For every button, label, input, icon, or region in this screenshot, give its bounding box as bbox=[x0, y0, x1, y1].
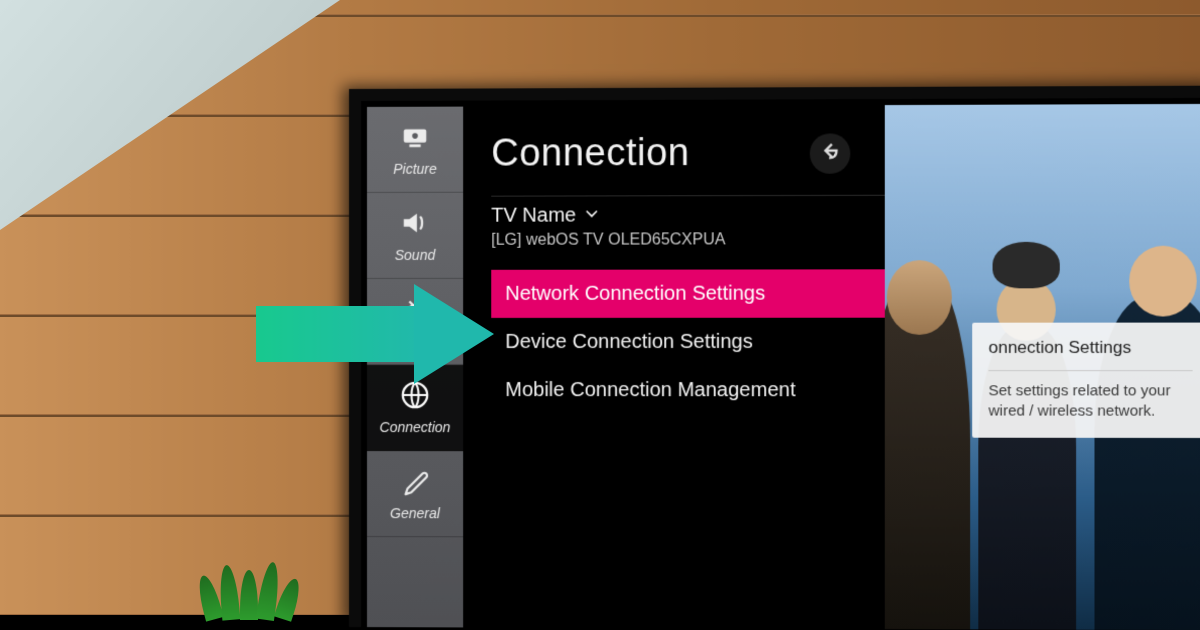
page-title: Connection bbox=[491, 132, 690, 176]
sound-icon bbox=[400, 208, 430, 241]
chevron-down-icon bbox=[584, 204, 600, 227]
sidebar-item-sound[interactable]: Sound bbox=[367, 193, 463, 279]
annotation-arrow bbox=[256, 284, 504, 386]
tooltip-body: Set settings related to your wired / wir… bbox=[988, 381, 1192, 422]
sidebar-item-label: Connection bbox=[380, 419, 451, 435]
menu-item-label: Network Connection Settings bbox=[505, 282, 765, 305]
sidebar-item-picture[interactable]: Picture bbox=[367, 107, 463, 193]
general-icon bbox=[400, 466, 430, 499]
menu-item-label: Mobile Connection Management bbox=[505, 379, 795, 402]
settings-panel: Connection TV Name [LG] webOS TV OLED6 bbox=[463, 104, 1200, 630]
menu-item-label: Device Connection Settings bbox=[505, 330, 753, 353]
sidebar-item-label: General bbox=[390, 505, 440, 521]
sidebar-item-general[interactable]: General bbox=[367, 451, 463, 537]
tooltip-title: onnection Settings bbox=[988, 337, 1192, 371]
back-button[interactable] bbox=[810, 133, 851, 173]
help-tooltip: onnection Settings Set settings related … bbox=[972, 323, 1200, 439]
picture-icon bbox=[400, 122, 430, 155]
back-icon bbox=[819, 139, 841, 166]
plant-decoration bbox=[195, 560, 305, 620]
sidebar-item-label: Sound bbox=[395, 247, 436, 263]
sidebar-item-label: Picture bbox=[393, 161, 437, 177]
